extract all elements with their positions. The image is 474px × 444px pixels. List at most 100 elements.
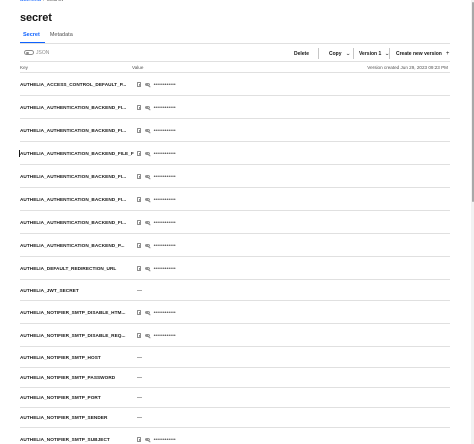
table-row: AUTHELIA_NOTIFIER_SMTP_HOST — xyxy=(20,347,450,368)
copy-icon[interactable] xyxy=(137,128,142,133)
eye-off-icon[interactable] xyxy=(144,266,151,271)
secret-key: AUTHELIA_AUTHENTICATION_BACKEND_FI... xyxy=(20,196,127,202)
masked-value: •••••••••••• xyxy=(153,219,176,226)
secret-key: AUTHELIA_NOTIFIER_SMTP_DISABLE_REQ... xyxy=(20,332,126,338)
json-toggle[interactable] xyxy=(24,50,34,55)
copy-icon[interactable] xyxy=(137,220,142,225)
secret-value: — xyxy=(137,415,142,421)
table-row: AUTHELIA_DEFAULT_REDIRECTION_URL ••••••••… xyxy=(20,257,450,280)
create-new-version-button[interactable]: Create new version + xyxy=(396,49,449,59)
secret-key: AUTHELIA_AUTHENTICATION_BACKEND_FILE_F xyxy=(20,150,134,156)
tab-secret[interactable]: Secret xyxy=(20,31,45,43)
eye-off-icon[interactable] xyxy=(144,243,151,248)
secret-key: AUTHELIA_NOTIFIER_SMTP_PORT xyxy=(20,395,101,401)
table-row: AUTHELIA_NOTIFIER_SMTP_PORT — xyxy=(20,388,450,408)
copy-icon[interactable] xyxy=(137,310,142,315)
eye-off-icon[interactable] xyxy=(144,310,151,315)
page-title: secret xyxy=(20,12,52,24)
secret-value: •••••••••••• xyxy=(137,437,176,443)
copy-dropdown-button[interactable]: Copy ⌄ xyxy=(329,49,350,59)
secret-value: •••••••••••• xyxy=(137,105,176,111)
key-column-header: Key xyxy=(20,65,28,70)
secret-value: •••••••••••• xyxy=(137,333,176,339)
secret-key: AUTHELIA_JWT_SECRET xyxy=(20,287,79,293)
table-row: AUTHELIA_ACCESS_CONTROL_DEFAULT_P... ••••… xyxy=(20,73,450,96)
eye-off-icon[interactable] xyxy=(144,333,151,338)
version-dropdown-button[interactable]: Version 1 ⌄ xyxy=(359,49,390,59)
eye-off-icon[interactable] xyxy=(144,128,151,133)
secret-key: AUTHELIA_NOTIFIER_SMTP_HOST xyxy=(20,354,101,360)
eye-off-icon[interactable] xyxy=(144,151,151,156)
delete-button-label: Delete xyxy=(294,50,310,57)
secret-value: •••••••••••• xyxy=(137,197,176,203)
table-row: AUTHELIA_AUTHENTICATION_BACKEND_FI... •••… xyxy=(20,165,450,188)
eye-off-icon[interactable] xyxy=(144,437,151,442)
table-row: AUTHELIA_AUTHENTICATION_BACKEND_FI... •••… xyxy=(20,119,450,142)
table-row: AUTHELIA_NOTIFIER_SMTP_SUBJECT ••••••••••… xyxy=(20,428,450,444)
version-button-label: Version 1 xyxy=(359,50,382,57)
secret-key: AUTHELIA_DEFAULT_REDIRECTION_URL xyxy=(20,265,117,271)
text-cursor xyxy=(19,150,20,157)
breadcrumb: authelia / secret xyxy=(20,0,63,3)
copy-icon[interactable] xyxy=(137,105,142,110)
copy-icon[interactable] xyxy=(137,82,142,87)
scrollbar-thumb[interactable] xyxy=(471,2,474,202)
eye-off-icon[interactable] xyxy=(144,174,151,179)
table-header: Key Value Version created Jun 29, 2023 0… xyxy=(20,64,450,72)
delete-button[interactable]: Delete xyxy=(294,49,309,59)
copy-button-label: Copy xyxy=(329,50,342,57)
secret-value: •••••••••••• xyxy=(137,220,176,226)
eye-off-icon[interactable] xyxy=(144,82,151,87)
tabs-divider xyxy=(20,43,450,44)
secret-key: AUTHELIA_NOTIFIER_SMTP_SUBJECT xyxy=(20,436,110,442)
table-row: AUTHELIA_AUTHENTICATION_BACKEND_FI... •••… xyxy=(20,96,450,119)
secret-key: AUTHELIA_AUTHENTICATION_BACKEND_FI... xyxy=(20,104,127,110)
toolbar-divider xyxy=(20,60,450,62)
copy-icon[interactable] xyxy=(137,151,142,156)
secret-value: — xyxy=(137,288,142,294)
table-row: AUTHELIA_AUTHENTICATION_BACKEND_FI... •••… xyxy=(20,211,450,234)
masked-value: •••••••••••• xyxy=(153,196,176,203)
masked-value: •••••••••••• xyxy=(153,150,176,157)
eye-off-icon[interactable] xyxy=(144,197,151,202)
empty-value: — xyxy=(137,415,142,421)
secret-key: AUTHELIA_NOTIFIER_SMTP_SENDER xyxy=(20,415,108,421)
empty-value: — xyxy=(137,354,142,361)
copy-icon[interactable] xyxy=(137,437,142,442)
secret-key: AUTHELIA_AUTHENTICATION_BACKEND_FI... xyxy=(20,219,127,225)
eye-off-icon[interactable] xyxy=(144,105,151,110)
copy-icon[interactable] xyxy=(137,174,142,179)
toolbar-separator xyxy=(318,48,319,59)
table-row: AUTHELIA_NOTIFIER_SMTP_SENDER — xyxy=(20,408,450,428)
chevron-down-icon: ⌄ xyxy=(344,50,351,57)
table-row: AUTHELIA_AUTHENTICATION_BACKEND_FI... •••… xyxy=(20,188,450,211)
create-button-label: Create new version xyxy=(396,50,442,57)
secret-key: AUTHELIA_AUTHENTICATION_BACKEND_P... xyxy=(20,242,125,248)
secret-key: AUTHELIA_ACCESS_CONTROL_DEFAULT_P... xyxy=(20,81,127,87)
breadcrumb-link-parent[interactable]: authelia xyxy=(20,0,41,3)
copy-icon[interactable] xyxy=(137,266,142,271)
table-row: AUTHELIA_NOTIFIER_SMTP_DISABLE_REQ... •••… xyxy=(20,324,450,347)
copy-icon[interactable] xyxy=(137,333,142,338)
toggle-knob xyxy=(26,51,29,55)
masked-value: •••••••••••• xyxy=(153,81,176,88)
toolbar-separator xyxy=(389,48,390,59)
empty-value: — xyxy=(137,395,142,401)
masked-value: •••••••••••• xyxy=(153,332,176,339)
copy-icon[interactable] xyxy=(137,197,142,202)
secret-value: — xyxy=(137,395,142,401)
secret-key: AUTHELIA_AUTHENTICATION_BACKEND_FI... xyxy=(20,173,127,179)
masked-value: •••••••••••• xyxy=(153,265,176,272)
secret-key: AUTHELIA_NOTIFIER_SMTP_PASSWORD xyxy=(20,375,116,381)
copy-icon[interactable] xyxy=(137,243,142,248)
json-toggle-label: JSON xyxy=(36,49,50,56)
secret-value: •••••••••••• xyxy=(137,243,176,249)
table-row: AUTHELIA_AUTHENTICATION_BACKEND_P... ••••… xyxy=(20,234,450,257)
tab-metadata[interactable]: Metadata xyxy=(45,31,78,43)
masked-value: •••••••••••• xyxy=(153,104,176,111)
eye-off-icon[interactable] xyxy=(144,220,151,225)
secret-value: •••••••••••• xyxy=(137,128,176,134)
secret-toolbar: JSON Delete Copy ⌄ Version 1 ⌄ Create new … xyxy=(20,46,450,61)
secret-value: — xyxy=(137,355,142,361)
masked-value: •••••••••••• xyxy=(153,309,176,316)
